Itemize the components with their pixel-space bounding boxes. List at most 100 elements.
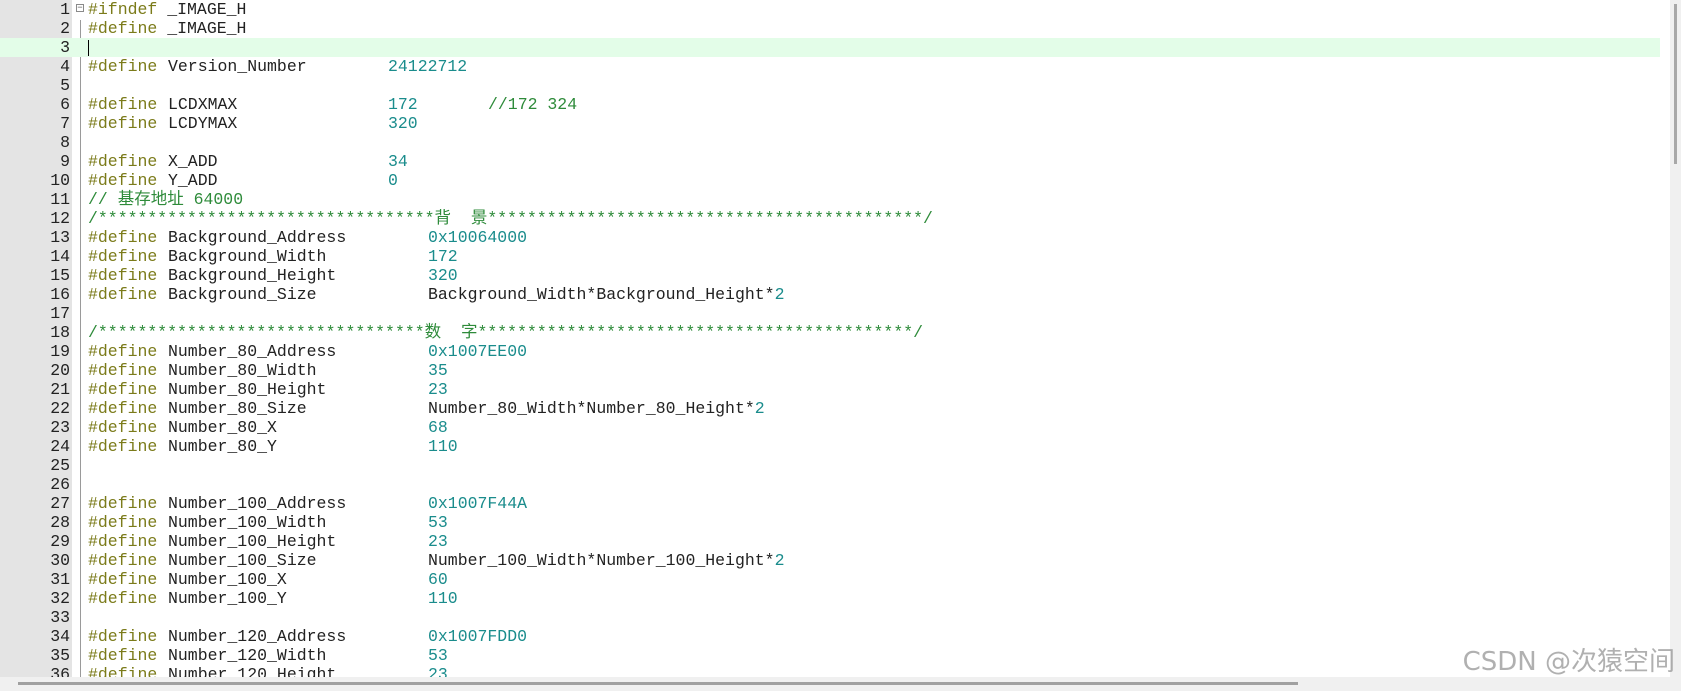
line-number: 7 (60, 114, 70, 133)
vertical-scrollbar-thumb[interactable] (1674, 4, 1677, 164)
macro-name: Number_100_Y (168, 589, 287, 608)
macro-value: 110 (428, 589, 458, 608)
macro-expression: Background_Width*Background_Height* (428, 285, 775, 304)
macro-name: Number_80_X (168, 418, 277, 437)
line-number: 16 (50, 285, 70, 304)
macro-number: 110 (428, 437, 458, 456)
code-line[interactable]: 16 #define Background_Size Background_Width… (0, 285, 1660, 304)
preprocessor-keyword: #define (88, 437, 158, 456)
code-line[interactable]: 34 #define Number_120_Address 0x1007FDD0 (0, 627, 1660, 646)
macro-number: 320 (388, 114, 418, 133)
comment-text: // 基存地址 64000 (88, 190, 244, 209)
code-line[interactable]: 11 // 基存地址 64000 (0, 190, 1660, 209)
code-line[interactable]: 5 (0, 76, 1660, 95)
code-line[interactable]: 12 /**********************************背 景… (0, 209, 1660, 228)
code-lines[interactable]: 1 #ifndef _IMAGE_H 2 #define _IMAGE_H 3 4 #def… (0, 0, 1660, 677)
macro-name: Number_80_Address (168, 342, 337, 361)
code-line[interactable]: 4 #define Version_Number 24122712 (0, 57, 1660, 76)
identifier: _IMAGE_H (167, 19, 247, 38)
macro-number: 2 (774, 551, 785, 570)
macro-number: 53 (428, 513, 448, 532)
preprocessor-keyword: #define (88, 266, 158, 285)
macro-value: 0x1007FDD0 (428, 627, 527, 646)
csdn-watermark: CSDN @次猿空间 (1462, 647, 1675, 677)
macro-value: 53 (428, 646, 448, 665)
macro-number: 320 (428, 266, 458, 285)
code-line[interactable]: 28 #define Number_100_Width 53 (0, 513, 1660, 532)
code-line[interactable]: 7 #define LCDYMAX 320 (0, 114, 1660, 133)
comment-text: /*********************************数 字***… (88, 323, 924, 342)
code-line[interactable]: 10 #define Y_ADD 0 (0, 171, 1660, 190)
macro-number: 172 (388, 95, 418, 114)
code-line[interactable]: 23 #define Number_80_X 68 (0, 418, 1660, 437)
code-line[interactable]: 24 #define Number_80_Y 110 (0, 437, 1660, 456)
preprocessor-keyword: #define (88, 570, 158, 589)
code-line[interactable]: 3 (0, 38, 1660, 57)
line-number: 1 (60, 0, 70, 19)
macro-number: 0x10064000 (428, 228, 528, 247)
macro-value: 23 (428, 532, 448, 551)
code-line[interactable]: 35 #define Number_120_Width 53 (0, 646, 1660, 665)
code-line[interactable]: 14 #define Background_Width 172 (0, 247, 1660, 266)
code-line[interactable]: 29 #define Number_100_Height 23 (0, 532, 1660, 551)
macro-value: Background_Width*Background_Height*2 (428, 285, 784, 304)
preprocessor-keyword: #define (88, 361, 158, 380)
macro-number: 23 (428, 532, 448, 551)
line-number: 36 (50, 665, 70, 677)
code-line[interactable]: 25 (0, 456, 1660, 475)
preprocessor-keyword: #define (88, 114, 158, 133)
line-number: 13 (50, 228, 70, 247)
line-number: 35 (50, 646, 70, 665)
code-line[interactable]: 15 #define Background_Height 320 (0, 266, 1660, 285)
line-number: 18 (50, 323, 70, 342)
preprocessor-keyword: #define (88, 551, 158, 570)
macro-value: 24122712 (388, 57, 467, 76)
code-line[interactable]: 8 (0, 133, 1660, 152)
code-line[interactable]: 2 #define _IMAGE_H (0, 19, 1660, 38)
preprocessor-keyword: #define (88, 494, 158, 513)
macro-name: Number_100_Width (168, 513, 327, 532)
code-line[interactable]: 17 (0, 304, 1660, 323)
macro-value: 172 (428, 247, 458, 266)
code-line[interactable]: 18 /*********************************数 字*… (0, 323, 1660, 342)
line-number: 30 (50, 551, 70, 570)
text-caret (88, 40, 89, 56)
inline-comment: //172 324 (488, 95, 578, 114)
code-line[interactable]: 31 #define Number_100_X 60 (0, 570, 1660, 589)
macro-name: X_ADD (168, 152, 218, 171)
code-line[interactable]: 30 #define Number_100_Size Number_100_Width… (0, 551, 1660, 570)
horizontal-scrollbar-thumb[interactable] (18, 682, 1298, 685)
code-line[interactable]: 33 (0, 608, 1660, 627)
macro-number: 0x1007F44A (428, 494, 528, 513)
code-line[interactable]: 19 #define Number_80_Address 0x1007EE00 (0, 342, 1660, 361)
preprocessor-keyword: #define (88, 418, 158, 437)
code-line[interactable]: 6 #define LCDXMAX 172 //172 324 (0, 95, 1660, 114)
line-number: 22 (50, 399, 70, 418)
line-number: 32 (50, 589, 70, 608)
code-line[interactable]: 27 #define Number_100_Address 0x1007F44A (0, 494, 1660, 513)
macro-name: Number_80_Width (168, 361, 317, 380)
code-line[interactable]: 32 #define Number_100_Y 110 (0, 589, 1660, 608)
preprocessor-keyword: #define (88, 342, 158, 361)
macro-value: 60 (428, 570, 448, 589)
code-line[interactable]: 13 #define Background_Address 0x10064000 (0, 228, 1660, 247)
code-line[interactable]: 36 #define Number_120_Height 23 (0, 665, 1660, 677)
line-number: 24 (50, 437, 70, 456)
preprocessor-keyword: #ifndef (88, 0, 168, 19)
code-line[interactable]: 26 (0, 475, 1660, 494)
macro-value: Number_100_Width*Number_100_Height*2 (428, 551, 784, 570)
line-number: 19 (50, 342, 70, 361)
line-number: 17 (50, 304, 70, 323)
code-line[interactable]: 1 #ifndef _IMAGE_H (0, 0, 1660, 19)
code-line[interactable]: 9 #define X_ADD 34 (0, 152, 1660, 171)
macro-name: Version_Number (168, 57, 307, 76)
code-editor[interactable]: − 1 #ifndef _IMAGE_H 2 #define _IMAGE_H 3 4 #d… (0, 0, 1681, 677)
macro-number: 0x1007EE00 (428, 342, 528, 361)
code-line[interactable]: 20 #define Number_80_Width 35 (0, 361, 1660, 380)
code-line[interactable]: 21 #define Number_80_Height 23 (0, 380, 1660, 399)
line-number: 23 (50, 418, 70, 437)
macro-number: 68 (428, 418, 448, 437)
macro-name: LCDYMAX (168, 114, 238, 133)
macro-expression: Number_100_Width*Number_100_Height* (428, 551, 775, 570)
code-line[interactable]: 22 #define Number_80_Size Number_80_Width*N… (0, 399, 1660, 418)
